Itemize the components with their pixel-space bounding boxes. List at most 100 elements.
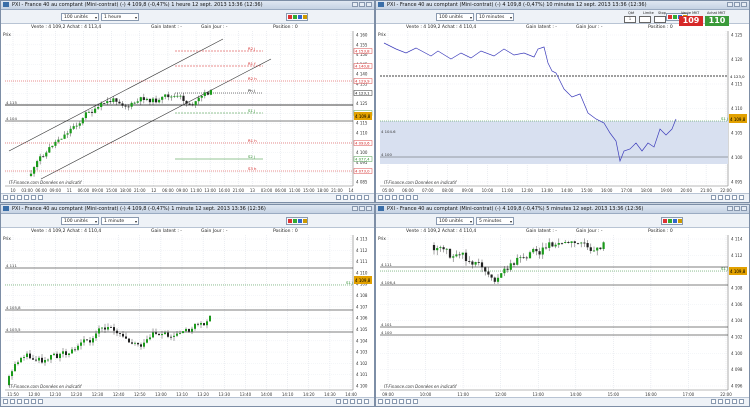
window-titlebar[interactable]: PXI - France 40 au comptant (Mini-contra… xyxy=(376,205,749,214)
minimize-icon[interactable] xyxy=(727,206,733,211)
maximize-icon[interactable] xyxy=(734,206,740,211)
footer-tool-icon[interactable] xyxy=(406,399,411,404)
tool-color-icon xyxy=(298,219,302,223)
footer-tool-icon[interactable] xyxy=(385,195,390,200)
footer-tool-icon[interactable] xyxy=(392,195,397,200)
price-chart[interactable]: 09:00 10:00 11:00 12:00 13:00 14:00 15:00 16:00… xyxy=(376,205,750,407)
zoom-tool-icon[interactable] xyxy=(739,399,744,404)
footer-tool-icon[interactable] xyxy=(392,399,397,404)
zoom-tool-icon[interactable] xyxy=(725,195,730,200)
day-gain-text: Gain Jour : - xyxy=(201,25,228,30)
zoom-tool-icon[interactable] xyxy=(336,399,341,404)
window-title: PXI - France 40 au comptant (Mini-contra… xyxy=(12,206,266,212)
minimize-icon[interactable] xyxy=(352,206,358,211)
footer-tool-icon[interactable] xyxy=(17,399,22,404)
footer-tool-icon[interactable] xyxy=(24,195,29,200)
price-chart[interactable]: 10 03:00 06:00 09:00 11 06:00 09:00 15:00 18:00 2… xyxy=(1,1,375,203)
candle-body xyxy=(115,98,118,102)
price-chart[interactable]: 11:50 12:00 12:10 12:20 12:30 12:40 12:50 13:00… xyxy=(1,205,375,407)
chart-tools-icon[interactable] xyxy=(286,217,308,225)
footer-tool-icon[interactable] xyxy=(10,195,15,200)
zoom-tool-icon[interactable] xyxy=(732,399,737,404)
limit-input[interactable] xyxy=(639,16,651,23)
zoom-tool-icon[interactable] xyxy=(364,195,369,200)
pivot-level-label: S1 j xyxy=(721,266,728,271)
zoom-tool-icon[interactable] xyxy=(711,399,716,404)
zoom-tool-icon[interactable] xyxy=(711,195,716,200)
close-icon[interactable] xyxy=(741,2,747,7)
close-icon[interactable] xyxy=(366,206,372,211)
chart-tools-icon[interactable] xyxy=(661,217,683,225)
footer-tool-icon[interactable] xyxy=(378,195,383,200)
footer-tool-icon[interactable] xyxy=(385,399,390,404)
candle-body xyxy=(197,97,200,102)
qty-input[interactable]: 1 xyxy=(624,16,636,23)
chart-footer xyxy=(376,193,749,202)
zoom-tool-icon[interactable] xyxy=(739,195,744,200)
stop-input[interactable] xyxy=(654,16,666,23)
footer-tool-icon[interactable] xyxy=(38,399,43,404)
footer-tool-icon[interactable] xyxy=(378,399,383,404)
price-label: Prix xyxy=(378,32,386,37)
candle-body xyxy=(557,243,560,245)
window-titlebar[interactable]: PXI - France 40 au comptant (Mini-contra… xyxy=(1,1,374,10)
units-select[interactable]: 100 unités ▾ xyxy=(436,217,474,225)
maximize-icon[interactable] xyxy=(359,206,365,211)
units-select[interactable]: 100 unités ▾ xyxy=(436,13,474,21)
chart-window-1h: 10 03:00 06:00 09:00 11 06:00 09:00 15:00 18:00 2… xyxy=(0,0,375,203)
zoom-tool-icon[interactable] xyxy=(343,399,348,404)
zoom-tool-icon[interactable] xyxy=(732,195,737,200)
timeframe-select[interactable]: 1 minute ▾ xyxy=(101,217,139,225)
zoom-tool-icon[interactable] xyxy=(336,195,341,200)
footer-tool-icon[interactable] xyxy=(399,195,404,200)
minimize-icon[interactable] xyxy=(727,2,733,7)
zoom-tool-icon[interactable] xyxy=(357,399,362,404)
y-tick-label: 4 095 xyxy=(731,180,743,185)
zoom-tool-icon[interactable] xyxy=(364,399,369,404)
maximize-icon[interactable] xyxy=(359,2,365,7)
timeframe-select[interactable]: 1 heure ▾ xyxy=(101,13,139,21)
footer-tool-icon[interactable] xyxy=(38,195,43,200)
zoom-tool-icon[interactable] xyxy=(725,399,730,404)
y-tick-label: 4 100 xyxy=(731,351,743,356)
price-label: Prix xyxy=(378,236,386,241)
zoom-tool-icon[interactable] xyxy=(718,399,723,404)
window-titlebar[interactable]: PXI - France 40 au comptant (Mini-contra… xyxy=(1,205,374,214)
chart-window-1min: 11:50 12:00 12:10 12:20 12:30 12:40 12:50 13:00… xyxy=(0,204,375,407)
price-chart[interactable]: 05:00 06:00 07:00 08:00 09:00 10:00 11:00 12:00… xyxy=(376,1,750,203)
footer-tool-icon[interactable] xyxy=(17,195,22,200)
units-select[interactable]: 100 unités ▾ xyxy=(61,13,99,21)
timeframe-select[interactable]: 5 minutes ▾ xyxy=(476,217,514,225)
footer-tool-icon[interactable] xyxy=(31,399,36,404)
candle-body xyxy=(592,250,596,252)
buy-market-button[interactable]: 110 xyxy=(705,16,729,26)
footer-tool-icon[interactable] xyxy=(10,399,15,404)
footer-tool-icon[interactable] xyxy=(413,195,418,200)
footer-tool-icon[interactable] xyxy=(406,195,411,200)
units-select[interactable]: 100 unités ▾ xyxy=(61,217,99,225)
minimize-icon[interactable] xyxy=(352,2,358,7)
close-icon[interactable] xyxy=(741,206,747,211)
zoom-tool-icon[interactable] xyxy=(350,195,355,200)
footer-tool-icon[interactable] xyxy=(3,399,8,404)
footer-tool-icon[interactable] xyxy=(24,399,29,404)
chart-footer xyxy=(1,397,374,406)
zoom-tool-icon[interactable] xyxy=(718,195,723,200)
footer-tool-icon[interactable] xyxy=(3,195,8,200)
sell-market-button[interactable]: 109 xyxy=(679,16,703,26)
candle-body xyxy=(599,247,602,250)
footer-tool-icon[interactable] xyxy=(413,399,418,404)
timeframe-select[interactable]: 10 minutes ▾ xyxy=(476,13,514,21)
zoom-tool-icon[interactable] xyxy=(357,195,362,200)
candle-body xyxy=(80,342,82,346)
footer-tool-icon[interactable] xyxy=(399,399,404,404)
window-titlebar[interactable]: PXI - France 40 au comptant (Mini-contra… xyxy=(376,1,749,10)
zoom-tool-icon[interactable] xyxy=(343,195,348,200)
maximize-icon[interactable] xyxy=(734,2,740,7)
footer-tool-icon[interactable] xyxy=(31,195,36,200)
chart-tools-icon[interactable] xyxy=(286,13,308,21)
left-level-tag: 4 104.6 xyxy=(381,129,396,134)
close-icon[interactable] xyxy=(366,2,372,7)
zoom-tool-icon[interactable] xyxy=(350,399,355,404)
y-tick-label: 4 104 xyxy=(356,338,368,343)
